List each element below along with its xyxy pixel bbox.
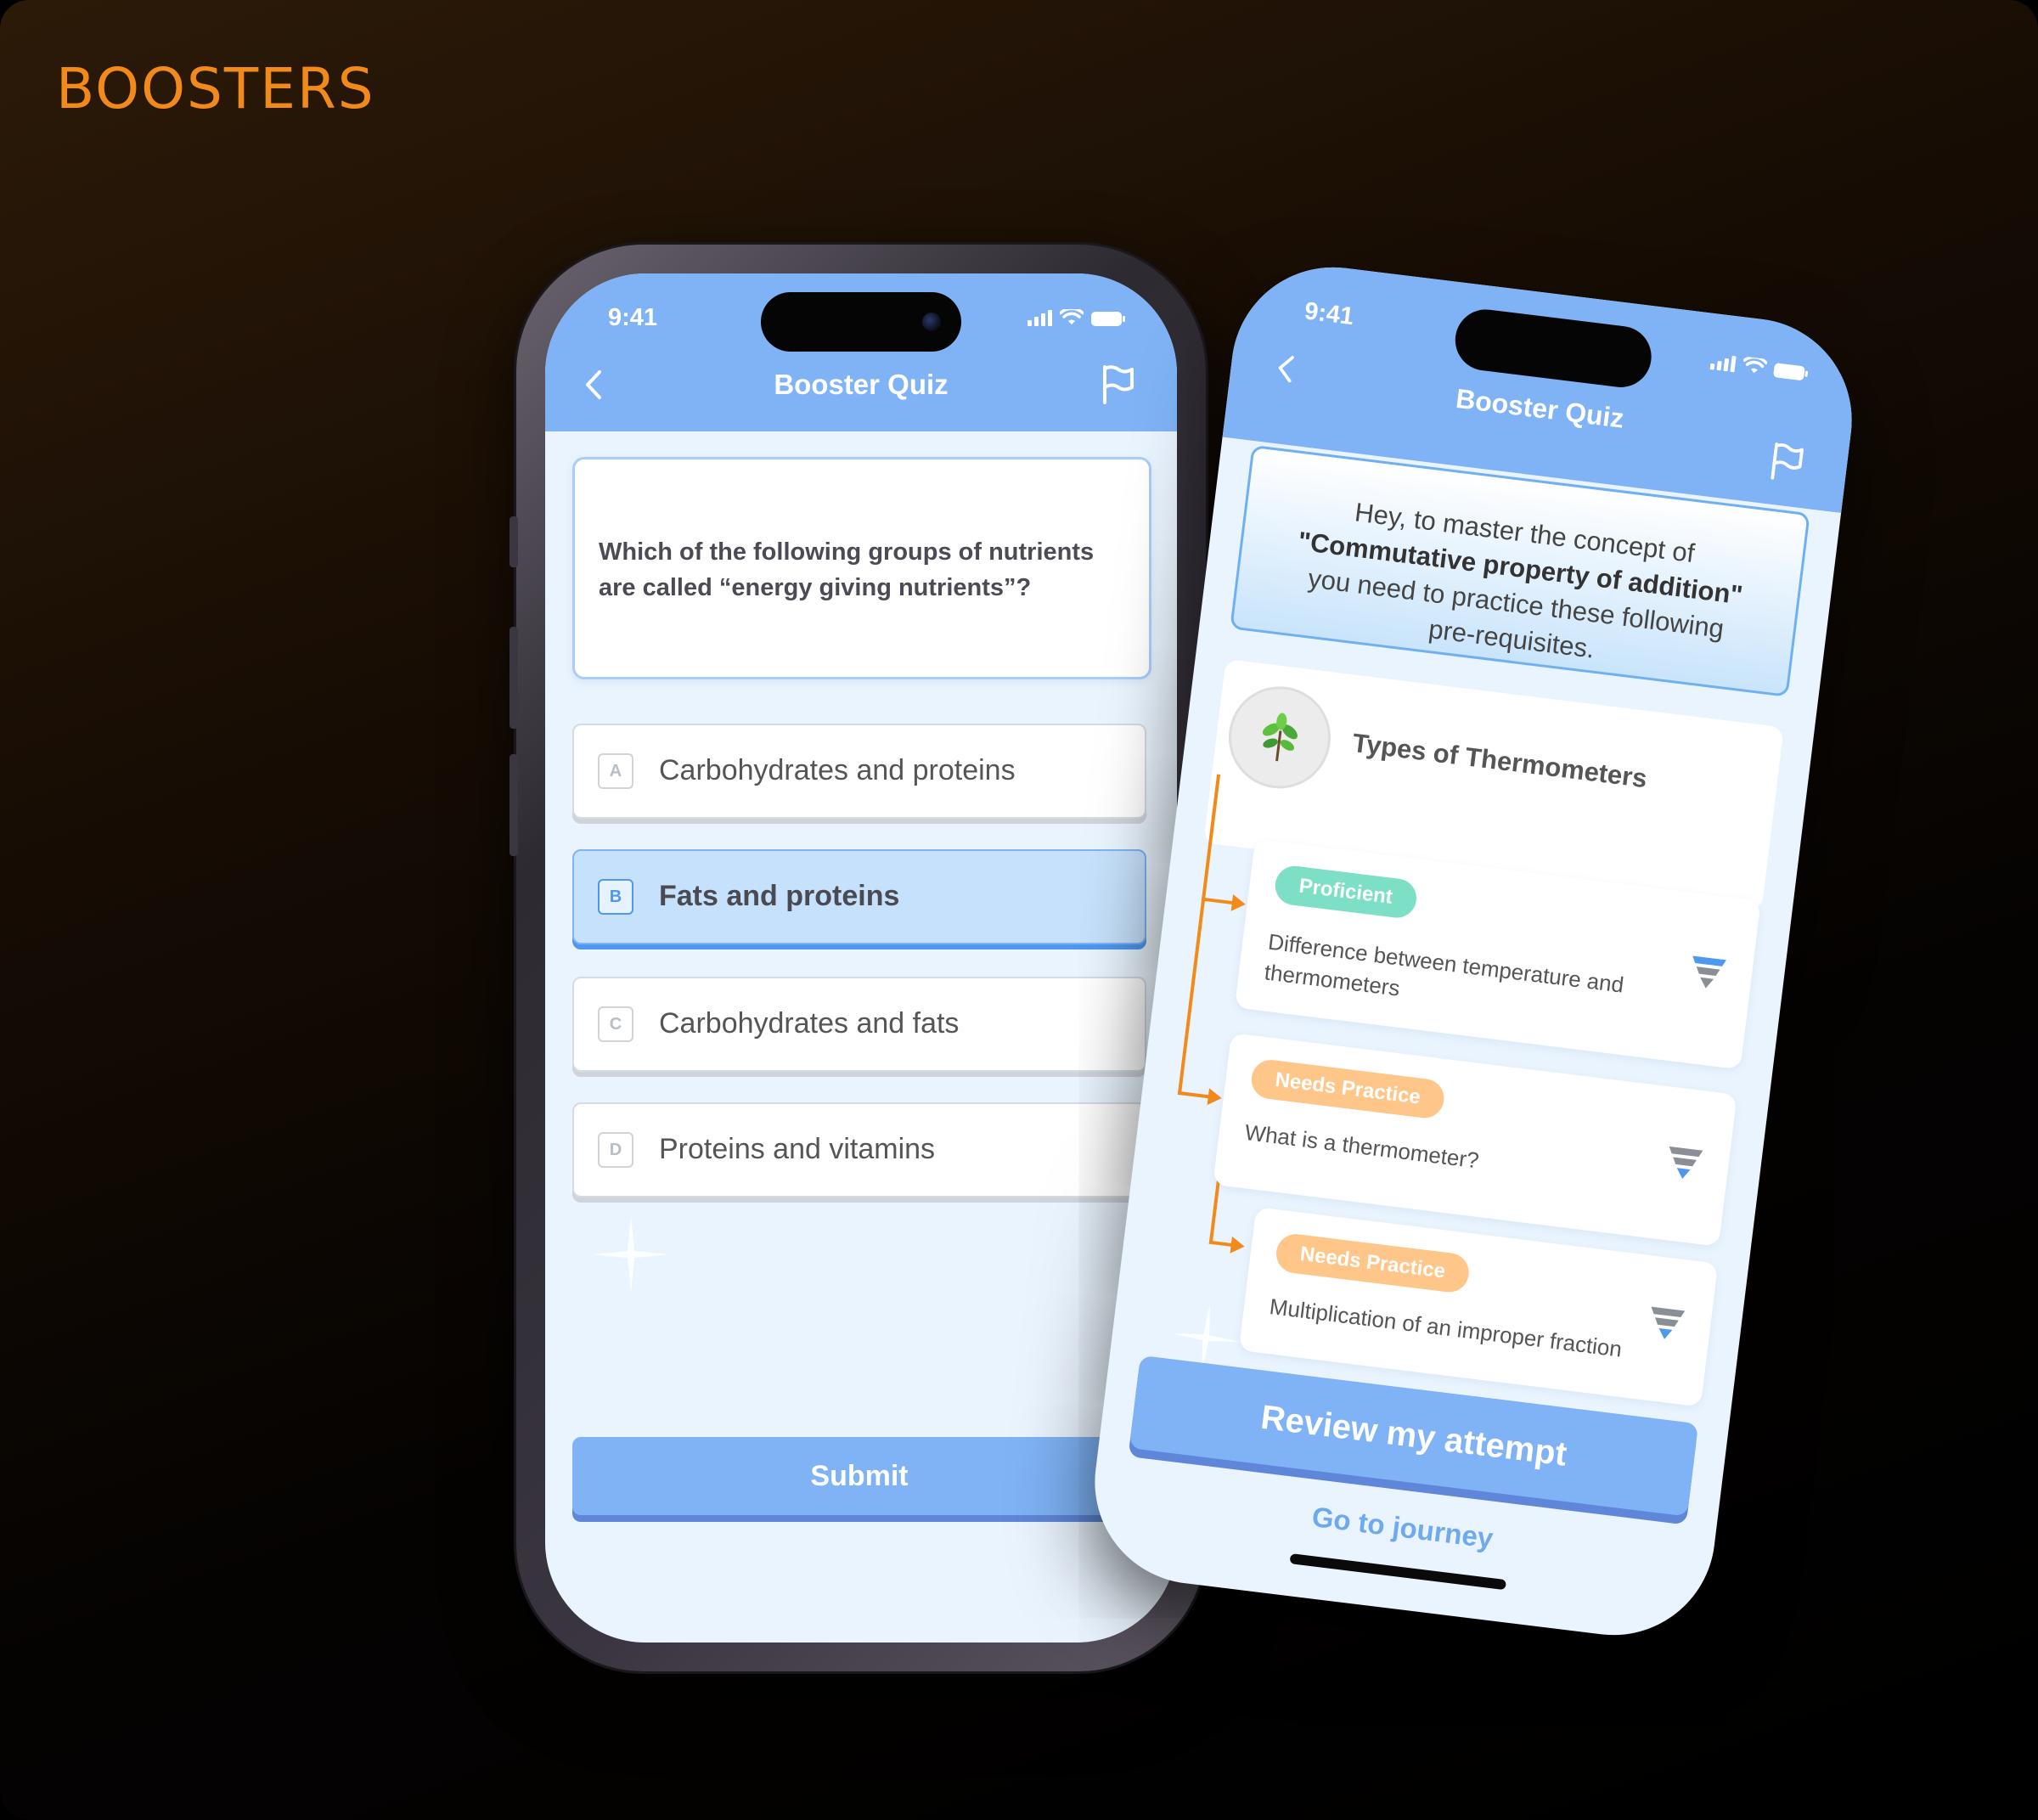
question-card: Which of the following groups of nutrien… — [572, 457, 1151, 679]
proficient-badge: Proficient — [1273, 864, 1419, 921]
submit-button[interactable]: Submit — [572, 1437, 1146, 1515]
needs-practice-badge: Needs Practice — [1249, 1057, 1447, 1120]
option-letter: A — [598, 753, 633, 789]
tree-connector — [1177, 1090, 1213, 1099]
prereq-text: Difference between temperature and therm… — [1263, 928, 1625, 1001]
option-text: Carbohydrates and fats — [659, 1007, 960, 1040]
status-time: 9:41 — [608, 304, 658, 331]
question-text: Which of the following groups of nutrien… — [599, 538, 1095, 601]
silent-switch — [510, 516, 518, 567]
arrow-right-icon — [1207, 1088, 1223, 1107]
arrow-right-icon — [1230, 1236, 1246, 1255]
signal-icon — [1027, 310, 1052, 326]
volume-up-button — [510, 627, 518, 729]
option-text: Carbohydrates and proteins — [659, 754, 1016, 786]
wifi-icon — [1060, 309, 1084, 324]
plant-icon — [1223, 680, 1337, 795]
wifi-icon — [1742, 356, 1768, 374]
header-title: Booster Quiz — [1454, 382, 1626, 434]
sparkle-icon — [593, 1216, 669, 1293]
option-letter: B — [598, 879, 633, 915]
option-text: Proteins and vitamins — [659, 1133, 936, 1165]
option-text: Fats and proteins — [659, 880, 900, 912]
funnel-icon — [1669, 1146, 1703, 1179]
battery-icon — [1773, 363, 1805, 381]
home-indicator — [1289, 1553, 1507, 1591]
option-c[interactable]: C Carbohydrates and fats — [572, 977, 1146, 1072]
needs-practice-badge: Needs Practice — [1274, 1231, 1472, 1295]
header-title: Booster Quiz — [774, 369, 949, 400]
option-letter: C — [598, 1006, 633, 1042]
prereq-text: What is a thermometer? — [1243, 1118, 1481, 1174]
quiz-screen: 9:41 Booster Quiz Which of the following… — [545, 273, 1177, 1643]
canvas-background: BOOSTERS 9:41 Booster Quiz Which of the … — [0, 0, 2038, 1820]
option-letter: D — [598, 1132, 633, 1168]
dynamic-island — [761, 292, 961, 352]
status-time: 9:41 — [1303, 297, 1355, 331]
quiz-header: 9:41 Booster Quiz — [545, 273, 1177, 431]
status-icons — [1027, 309, 1125, 326]
volume-down-button — [510, 754, 518, 856]
arrow-right-icon — [1230, 894, 1247, 913]
topic-title: Types of Thermometers — [1350, 727, 1649, 794]
option-b[interactable]: B Fats and proteins — [572, 849, 1146, 944]
funnel-icon — [1692, 955, 1726, 989]
status-icons — [1709, 352, 1806, 381]
dynamic-island — [1451, 306, 1655, 392]
camera-icon — [922, 313, 941, 331]
option-a[interactable]: A Carbohydrates and proteins — [572, 724, 1146, 819]
funnel-icon — [1651, 1306, 1686, 1339]
back-chevron-icon[interactable] — [1274, 352, 1298, 386]
flag-icon[interactable] — [1101, 363, 1136, 404]
tree-connector — [1201, 897, 1236, 905]
back-chevron-icon[interactable] — [583, 369, 605, 401]
flag-icon[interactable] — [1768, 441, 1806, 484]
page-title: BOOSTERS — [56, 56, 375, 121]
battery-icon — [1091, 312, 1125, 326]
tree-connector — [1177, 774, 1221, 1096]
option-d[interactable]: D Proteins and vitamins — [572, 1102, 1146, 1197]
prereq-text: Multiplication of an improper fraction — [1268, 1293, 1624, 1362]
signal-icon — [1709, 353, 1737, 373]
